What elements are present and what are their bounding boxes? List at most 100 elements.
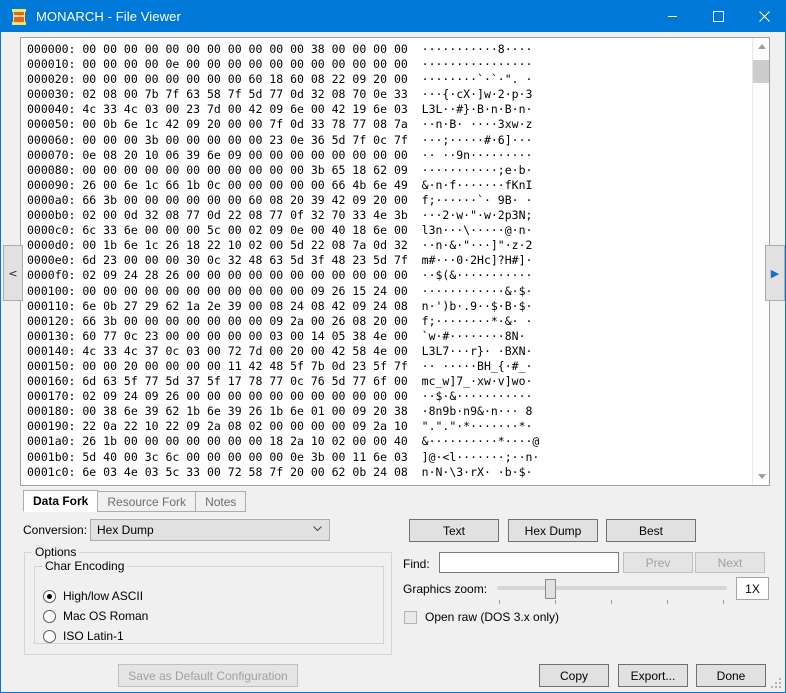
best-view-button[interactable]: Best: [606, 519, 696, 542]
hex-dump-line: 000030: 02 08 00 7b 7f 63 58 7f 5d 77 0d…: [27, 87, 533, 102]
close-button[interactable]: [741, 1, 785, 32]
open-raw-label: Open raw (DOS 3.x only): [425, 610, 560, 624]
graphics-zoom-value: 1X: [736, 577, 769, 600]
tab-label: Data Fork: [33, 494, 89, 508]
slider-ticks: [497, 600, 727, 605]
hex-dump-line: 000170: 02 09 24 09 26 00 00 00 00 00 00…: [27, 389, 533, 404]
hex-dump-line: 000000: 00 00 00 00 00 00 00 00 00 00 00…: [27, 42, 533, 56]
radio-indicator: [43, 609, 56, 623]
radio-indicator: [43, 589, 56, 603]
open-raw-checkbox[interactable]: Open raw (DOS 3.x only): [404, 610, 559, 624]
export-button[interactable]: Export...: [618, 664, 688, 687]
tab-label: Resource Fork: [107, 494, 187, 509]
chevron-right-icon: ▶: [770, 266, 780, 280]
hex-dump-line: 000090: 26 00 6e 1c 66 1b 0c 00 00 00 00…: [27, 177, 533, 192]
scroll-up-arrow[interactable]: [753, 38, 769, 55]
hex-dump-line: 0000d0: 00 1b 6e 1c 26 18 22 10 02 00 5d…: [27, 238, 533, 253]
hex-dump-line: 000130: 60 77 0c 23 00 00 00 00 00 03 00…: [27, 328, 526, 343]
hex-dump-line: 000120: 66 3b 00 00 00 00 00 00 00 09 2a…: [27, 313, 533, 328]
button-label: Done: [716, 668, 746, 683]
conversion-value: Hex Dump: [97, 523, 154, 537]
hex-dump-line: 0000a0: 66 3b 00 00 00 00 00 00 60 08 20…: [27, 192, 533, 207]
resize-grip[interactable]: [771, 678, 783, 690]
hex-dump-line: 000140: 4c 33 4c 37 0c 03 00 72 7d 00 20…: [27, 343, 533, 358]
hex-dump-line: 0000f0: 02 09 24 28 26 00 00 00 00 00 00…: [27, 268, 533, 283]
button-label: Hex Dump: [524, 523, 582, 538]
button-label: Export...: [630, 668, 676, 683]
hex-dump-line: 000100: 00 00 00 00 00 00 00 00 00 00 00…: [27, 283, 533, 298]
hex-dump-line: 000060: 00 00 00 3b 00 00 00 00 00 23 0e…: [27, 132, 533, 147]
scroll-down-arrow[interactable]: [753, 468, 769, 485]
tab-data-fork[interactable]: Data Fork: [23, 490, 99, 512]
find-next-button[interactable]: Next: [695, 552, 765, 573]
graphics-zoom-label: Graphics zoom:: [403, 582, 488, 596]
radio-label: High/low ASCII: [63, 589, 144, 603]
hex-dump-line: 0000e0: 6d 23 00 00 00 30 0c 32 48 63 5d…: [27, 253, 533, 268]
previous-file-button[interactable]: <: [3, 245, 23, 301]
hex-dump-line: 0000c0: 6c 33 6e 00 00 00 5c 00 02 09 0e…: [27, 223, 533, 238]
hex-dump-line: 000050: 00 0b 6e 1c 42 09 20 00 00 7f 0d…: [27, 117, 533, 132]
hex-dump-line: 000080: 00 00 00 00 00 00 00 00 00 00 00…: [27, 162, 533, 177]
text-view-button[interactable]: Text: [409, 519, 499, 542]
radio-iso-latin-1[interactable]: ISO Latin-1: [43, 629, 124, 643]
graphics-zoom-slider[interactable]: [497, 578, 727, 604]
minimize-button[interactable]: [649, 1, 695, 32]
hex-dump-line: 0001b0: 5d 40 00 3c 6c 00 00 00 00 00 0e…: [27, 449, 540, 464]
hex-dump-view-button[interactable]: Hex Dump: [508, 519, 598, 542]
window-title: MONARCH - File Viewer: [36, 9, 181, 24]
button-label: Best: [638, 523, 663, 538]
hex-dump-line: 000190: 22 0a 22 10 22 09 2a 08 02 00 00…: [27, 419, 533, 434]
tab-notes[interactable]: Notes: [195, 491, 247, 512]
hex-dump-line: 000070: 0e 08 20 10 06 39 6e 09 00 00 00…: [27, 147, 533, 162]
hex-dump-line: 000020: 00 00 00 00 00 00 00 00 60 18 60…: [27, 72, 533, 87]
chevron-down-icon: [313, 524, 322, 534]
hex-dump-text: 000000: 00 00 00 00 00 00 00 00 00 00 00…: [21, 38, 539, 480]
button-label: Next: [717, 555, 743, 570]
find-label: Find:: [403, 557, 430, 571]
scrollbar-thumb[interactable]: [753, 60, 769, 83]
fork-tabs: Data Fork Resource Fork Notes: [23, 490, 247, 512]
title-bar: MONARCH - File Viewer: [1, 1, 785, 32]
options-group-title: Options: [32, 545, 80, 559]
hex-dump-line: 0001a0: 26 1b 00 00 00 00 00 00 00 18 2a…: [27, 434, 540, 449]
checkbox-indicator: [404, 610, 417, 624]
radio-label: Mac OS Roman: [63, 609, 149, 623]
hex-dump-line: 000040: 4c 33 4c 03 00 23 7d 00 42 09 6e…: [27, 102, 533, 117]
button-label: Prev: [645, 555, 671, 570]
maximize-button[interactable]: [695, 1, 741, 32]
chevron-left-icon: <: [8, 266, 18, 280]
find-prev-button[interactable]: Prev: [623, 552, 693, 573]
button-label: Copy: [559, 668, 588, 683]
done-button[interactable]: Done: [696, 664, 766, 687]
hex-dump-line: 000180: 00 38 6e 39 62 1b 6e 39 26 1b 6e…: [27, 404, 533, 419]
hex-dump-view[interactable]: 000000: 00 00 00 00 00 00 00 00 00 00 00…: [20, 37, 770, 486]
window-controls: [649, 1, 785, 32]
radio-indicator: [43, 629, 56, 643]
tab-resource-fork[interactable]: Resource Fork: [97, 491, 197, 512]
radio-mac-os-roman[interactable]: Mac OS Roman: [43, 609, 148, 623]
slider-thumb[interactable]: [545, 579, 556, 599]
radio-high-low-ascii[interactable]: High/low ASCII: [43, 589, 143, 603]
conversion-dropdown[interactable]: Hex Dump: [90, 519, 330, 541]
hex-dump-line: 000160: 6d 63 5f 77 5d 37 5f 17 78 77 0c…: [27, 374, 533, 389]
options-group: Options Char Encoding High/low ASCII Mac…: [24, 545, 392, 655]
file-viewer-window: MONARCH - File Viewer 000000: 00 00 00 0…: [0, 0, 786, 693]
tab-label: Notes: [205, 494, 237, 509]
conversion-label: Conversion:: [23, 523, 88, 537]
find-input[interactable]: [439, 552, 619, 573]
char-encoding-group-title: Char Encoding: [42, 559, 128, 573]
monarch-app-icon: [11, 8, 27, 25]
next-file-button[interactable]: ▶: [765, 245, 785, 301]
char-encoding-group: Char Encoding High/low ASCII Mac OS Roma…: [34, 559, 384, 644]
button-label: Text: [442, 523, 465, 538]
button-label: Save as Default Configuration: [128, 668, 288, 683]
radio-label: ISO Latin-1: [63, 629, 124, 643]
hex-dump-line: 000150: 00 00 20 00 00 00 00 11 42 48 5f…: [27, 358, 533, 373]
hex-dump-line: 000010: 00 00 00 00 0e 00 00 00 00 00 00…: [27, 57, 533, 72]
hex-dump-line: 000110: 6e 0b 27 29 62 1a 2e 39 00 08 24…: [27, 298, 533, 313]
slider-track: [497, 586, 727, 590]
zoom-value-text: 1X: [745, 581, 760, 596]
copy-button[interactable]: Copy: [539, 664, 609, 687]
hex-dump-line: 0001c0: 6e 03 4e 03 5c 33 00 72 58 7f 20…: [27, 464, 533, 479]
save-as-default-configuration-button[interactable]: Save as Default Configuration: [118, 664, 298, 687]
